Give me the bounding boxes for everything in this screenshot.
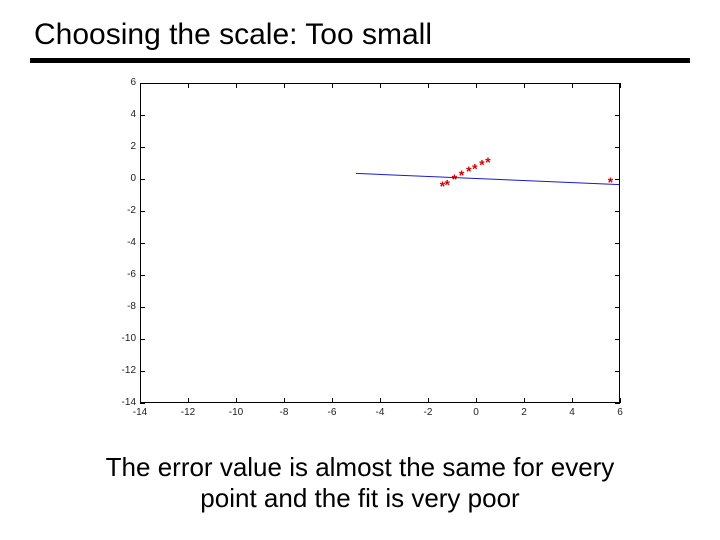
- y-tick: [615, 339, 620, 340]
- x-tick-label: -10: [221, 407, 251, 419]
- x-tick-label: -8: [269, 407, 299, 419]
- y-tick: [140, 339, 145, 340]
- x-tick: [476, 398, 477, 403]
- y-tick: [140, 211, 145, 212]
- y-tick-label: 0: [96, 174, 136, 184]
- x-tick: [428, 83, 429, 88]
- y-tick-label: -6: [96, 270, 136, 280]
- x-tick-label: -12: [173, 407, 203, 419]
- x-tick: [332, 83, 333, 88]
- x-tick: [620, 83, 621, 88]
- y-tick: [615, 371, 620, 372]
- x-tick: [428, 398, 429, 403]
- caption-line-1: The error value is almost the same for e…: [106, 452, 615, 482]
- y-tick: [615, 211, 620, 212]
- y-tick: [615, 275, 620, 276]
- fit-line: [356, 173, 620, 184]
- x-tick: [188, 398, 189, 403]
- x-tick: [380, 83, 381, 88]
- x-tick: [236, 83, 237, 88]
- x-tick: [380, 398, 381, 403]
- x-tick: [140, 83, 141, 88]
- title-underline: [30, 58, 690, 63]
- x-tick: [236, 398, 237, 403]
- x-tick-label: 6: [605, 407, 635, 419]
- data-point: *: [484, 157, 492, 173]
- y-tick: [140, 179, 145, 180]
- y-tick-label: -2: [96, 206, 136, 216]
- x-tick-label: -14: [125, 407, 155, 419]
- y-tick: [615, 147, 620, 148]
- x-tick: [572, 398, 573, 403]
- x-tick: [284, 398, 285, 403]
- y-tick: [615, 403, 620, 404]
- y-tick: [615, 179, 620, 180]
- y-tick-label: -10: [96, 334, 136, 344]
- y-tick-label: 4: [96, 110, 136, 120]
- x-tick-label: -2: [413, 407, 443, 419]
- y-tick: [140, 307, 145, 308]
- y-tick: [140, 115, 145, 116]
- y-tick: [615, 115, 620, 116]
- x-tick: [284, 83, 285, 88]
- plot-svg: *********: [140, 83, 620, 403]
- y-tick-label: 2: [96, 142, 136, 152]
- caption: The error value is almost the same for e…: [0, 452, 720, 514]
- y-tick: [140, 371, 145, 372]
- y-tick-label: -4: [96, 238, 136, 248]
- x-tick: [188, 83, 189, 88]
- x-tick: [524, 398, 525, 403]
- x-tick: [332, 398, 333, 403]
- y-tick: [615, 307, 620, 308]
- x-tick: [140, 398, 141, 403]
- y-tick: [140, 147, 145, 148]
- y-tick: [140, 403, 145, 404]
- y-tick: [615, 243, 620, 244]
- x-tick-label: -4: [365, 407, 395, 419]
- x-tick-label: -6: [317, 407, 347, 419]
- y-tick-label: 6: [96, 78, 136, 88]
- x-tick-label: 0: [461, 407, 491, 419]
- y-tick-label: -12: [96, 366, 136, 376]
- x-tick-label: 4: [557, 407, 587, 419]
- y-tick: [140, 275, 145, 276]
- x-tick: [476, 83, 477, 88]
- y-tick-label: -8: [96, 302, 136, 312]
- x-tick: [524, 83, 525, 88]
- x-tick: [572, 83, 573, 88]
- x-tick: [620, 398, 621, 403]
- slide-title: Choosing the scale: Too small: [0, 0, 720, 58]
- y-tick: [140, 243, 145, 244]
- chart: ********* -14-12-10-8-6-4-20246-14-12-10…: [80, 73, 640, 433]
- caption-line-2: point and the fit is very poor: [200, 483, 519, 513]
- x-tick-label: 2: [509, 407, 539, 419]
